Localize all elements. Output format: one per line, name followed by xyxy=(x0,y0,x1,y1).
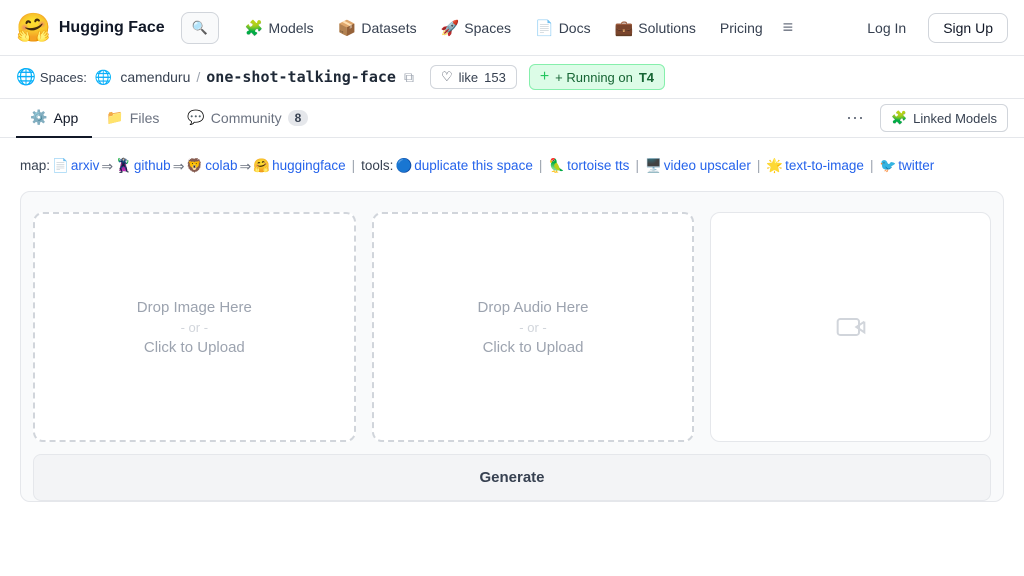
map-line: map: 📄 arxiv ⇒ 🦹 github ⇒ 🦁 colab ⇒ 🤗 hu… xyxy=(20,154,1004,179)
like-label: like xyxy=(459,70,479,85)
logo-emoji: 🤗 xyxy=(16,11,51,44)
generate-row: Generate xyxy=(33,454,991,501)
search-icon: 🔍 xyxy=(192,20,208,36)
docs-icon: 📄 xyxy=(535,19,554,37)
image-drop-text: Drop Image Here xyxy=(137,299,252,316)
nav-solutions[interactable]: 💼 Solutions xyxy=(605,13,706,43)
spaces-label: Spaces: xyxy=(40,70,87,85)
running-label: + Running on xyxy=(555,70,633,85)
like-badge[interactable]: ♡ like 153 xyxy=(430,65,517,89)
github-emoji: 🦹 xyxy=(115,154,132,178)
panels-wrapper: Drop Image Here - or - Click to Upload D… xyxy=(20,191,1004,502)
running-dot: + xyxy=(540,68,549,86)
image-or-text: - or - xyxy=(181,320,208,335)
heart-icon: ♡ xyxy=(441,69,453,85)
spaces-icon: 🚀 xyxy=(441,19,460,37)
app-tab-icon: ⚙️ xyxy=(30,109,47,126)
arxiv-emoji: 📄 xyxy=(52,154,69,178)
text-to-image-link[interactable]: text-to-image xyxy=(785,154,864,178)
signup-button[interactable]: Sign Up xyxy=(928,13,1008,43)
more-nav-button[interactable]: ≡ xyxy=(777,13,800,42)
map-prefix: map: xyxy=(20,154,50,178)
logo[interactable]: 🤗 Hugging Face xyxy=(16,11,165,44)
login-button[interactable]: Log In xyxy=(853,14,920,42)
video-upscaler-emoji: 🖥️ xyxy=(645,154,662,178)
video-panel xyxy=(710,212,991,442)
audio-click-text: Click to Upload xyxy=(483,339,584,356)
audio-drop-text: Drop Audio Here xyxy=(478,299,589,316)
panels-row: Drop Image Here - or - Click to Upload D… xyxy=(33,212,991,442)
nav-spaces[interactable]: 🚀 Spaces xyxy=(431,13,521,43)
arxiv-link[interactable]: arxiv xyxy=(71,154,100,178)
running-badge: + + Running on T4 xyxy=(529,64,665,90)
tab-community[interactable]: 💬 Community 8 xyxy=(173,99,322,138)
models-icon: 🧩 xyxy=(245,19,264,37)
huggingface-link[interactable]: huggingface xyxy=(272,154,346,178)
text-to-image-emoji: 🌟 xyxy=(766,154,783,178)
audio-upload-panel[interactable]: Drop Audio Here - or - Click to Upload xyxy=(372,212,695,442)
nav-links: 🧩 Models 📦 Datasets 🚀 Spaces 📄 Docs 💼 So… xyxy=(235,13,845,43)
logo-text: Hugging Face xyxy=(59,19,165,37)
audio-or-text: - or - xyxy=(519,320,546,335)
globe-emoji: 🌐 xyxy=(95,69,112,86)
image-upload-panel[interactable]: Drop Image Here - or - Click to Upload xyxy=(33,212,356,442)
breadcrumb: 🌐 Spaces: 🌐 camenduru / one-shot-talking… xyxy=(0,56,1024,99)
nav-right: Log In Sign Up xyxy=(853,13,1008,43)
twitter-emoji: 🐦 xyxy=(879,154,896,178)
spaces-emoji: 🌐 xyxy=(16,67,36,87)
nav-models[interactable]: 🧩 Models xyxy=(235,13,324,43)
colab-link[interactable]: colab xyxy=(205,154,237,178)
generate-button[interactable]: Generate xyxy=(33,454,991,501)
nav-docs[interactable]: 📄 Docs xyxy=(525,13,601,43)
nav-datasets[interactable]: 📦 Datasets xyxy=(328,13,427,43)
datasets-icon: 📦 xyxy=(338,19,357,37)
twitter-link[interactable]: 🐦 twitter xyxy=(879,154,934,178)
breadcrumb-slash: / xyxy=(196,69,200,85)
tabs-right: ⋯ 🧩 Linked Models xyxy=(838,104,1008,133)
colab-emoji: 🦁 xyxy=(186,154,203,178)
top-nav: 🤗 Hugging Face 🔍 🧩 Models 📦 Datasets 🚀 S… xyxy=(0,0,1024,56)
like-count: 153 xyxy=(484,70,506,85)
tabs-more-button[interactable]: ⋯ xyxy=(838,104,872,133)
tortoise-link[interactable]: tortoise tts xyxy=(567,154,629,178)
image-click-text: Click to Upload xyxy=(144,339,245,356)
search-button[interactable]: 🔍 xyxy=(181,12,219,44)
solutions-icon: 💼 xyxy=(615,19,634,37)
huggingface-emoji: 🤗 xyxy=(253,154,270,178)
tools-prefix: tools: xyxy=(361,154,393,178)
user-link[interactable]: camenduru xyxy=(120,69,190,85)
tortoise-emoji: 🦜 xyxy=(548,154,565,178)
t4-chip: T4 xyxy=(639,70,654,85)
community-tab-icon: 💬 xyxy=(187,109,204,126)
repo-name: one-shot-talking-face xyxy=(206,68,396,86)
tab-files[interactable]: 📁 Files xyxy=(92,99,173,138)
video-upscaler-link[interactable]: video upscaler xyxy=(664,154,751,178)
linked-models-icon: 🧩 xyxy=(891,110,907,126)
community-badge: 8 xyxy=(288,110,309,126)
duplicate-link[interactable]: duplicate this space xyxy=(414,154,533,178)
github-link[interactable]: github xyxy=(134,154,171,178)
nav-pricing[interactable]: Pricing xyxy=(710,14,773,42)
files-tab-icon: 📁 xyxy=(106,109,123,126)
main-content: map: 📄 arxiv ⇒ 🦹 github ⇒ 🦁 colab ⇒ 🤗 hu… xyxy=(0,138,1024,518)
copy-link-button[interactable]: ⧉ xyxy=(404,69,414,86)
tabs-bar: ⚙️ App 📁 Files 💬 Community 8 ⋯ 🧩 Linked … xyxy=(0,99,1024,138)
duplicate-emoji: 🔵 xyxy=(395,154,412,178)
tab-app[interactable]: ⚙️ App xyxy=(16,99,92,138)
video-icon xyxy=(835,311,867,343)
linked-models-button[interactable]: 🧩 Linked Models xyxy=(880,104,1008,132)
